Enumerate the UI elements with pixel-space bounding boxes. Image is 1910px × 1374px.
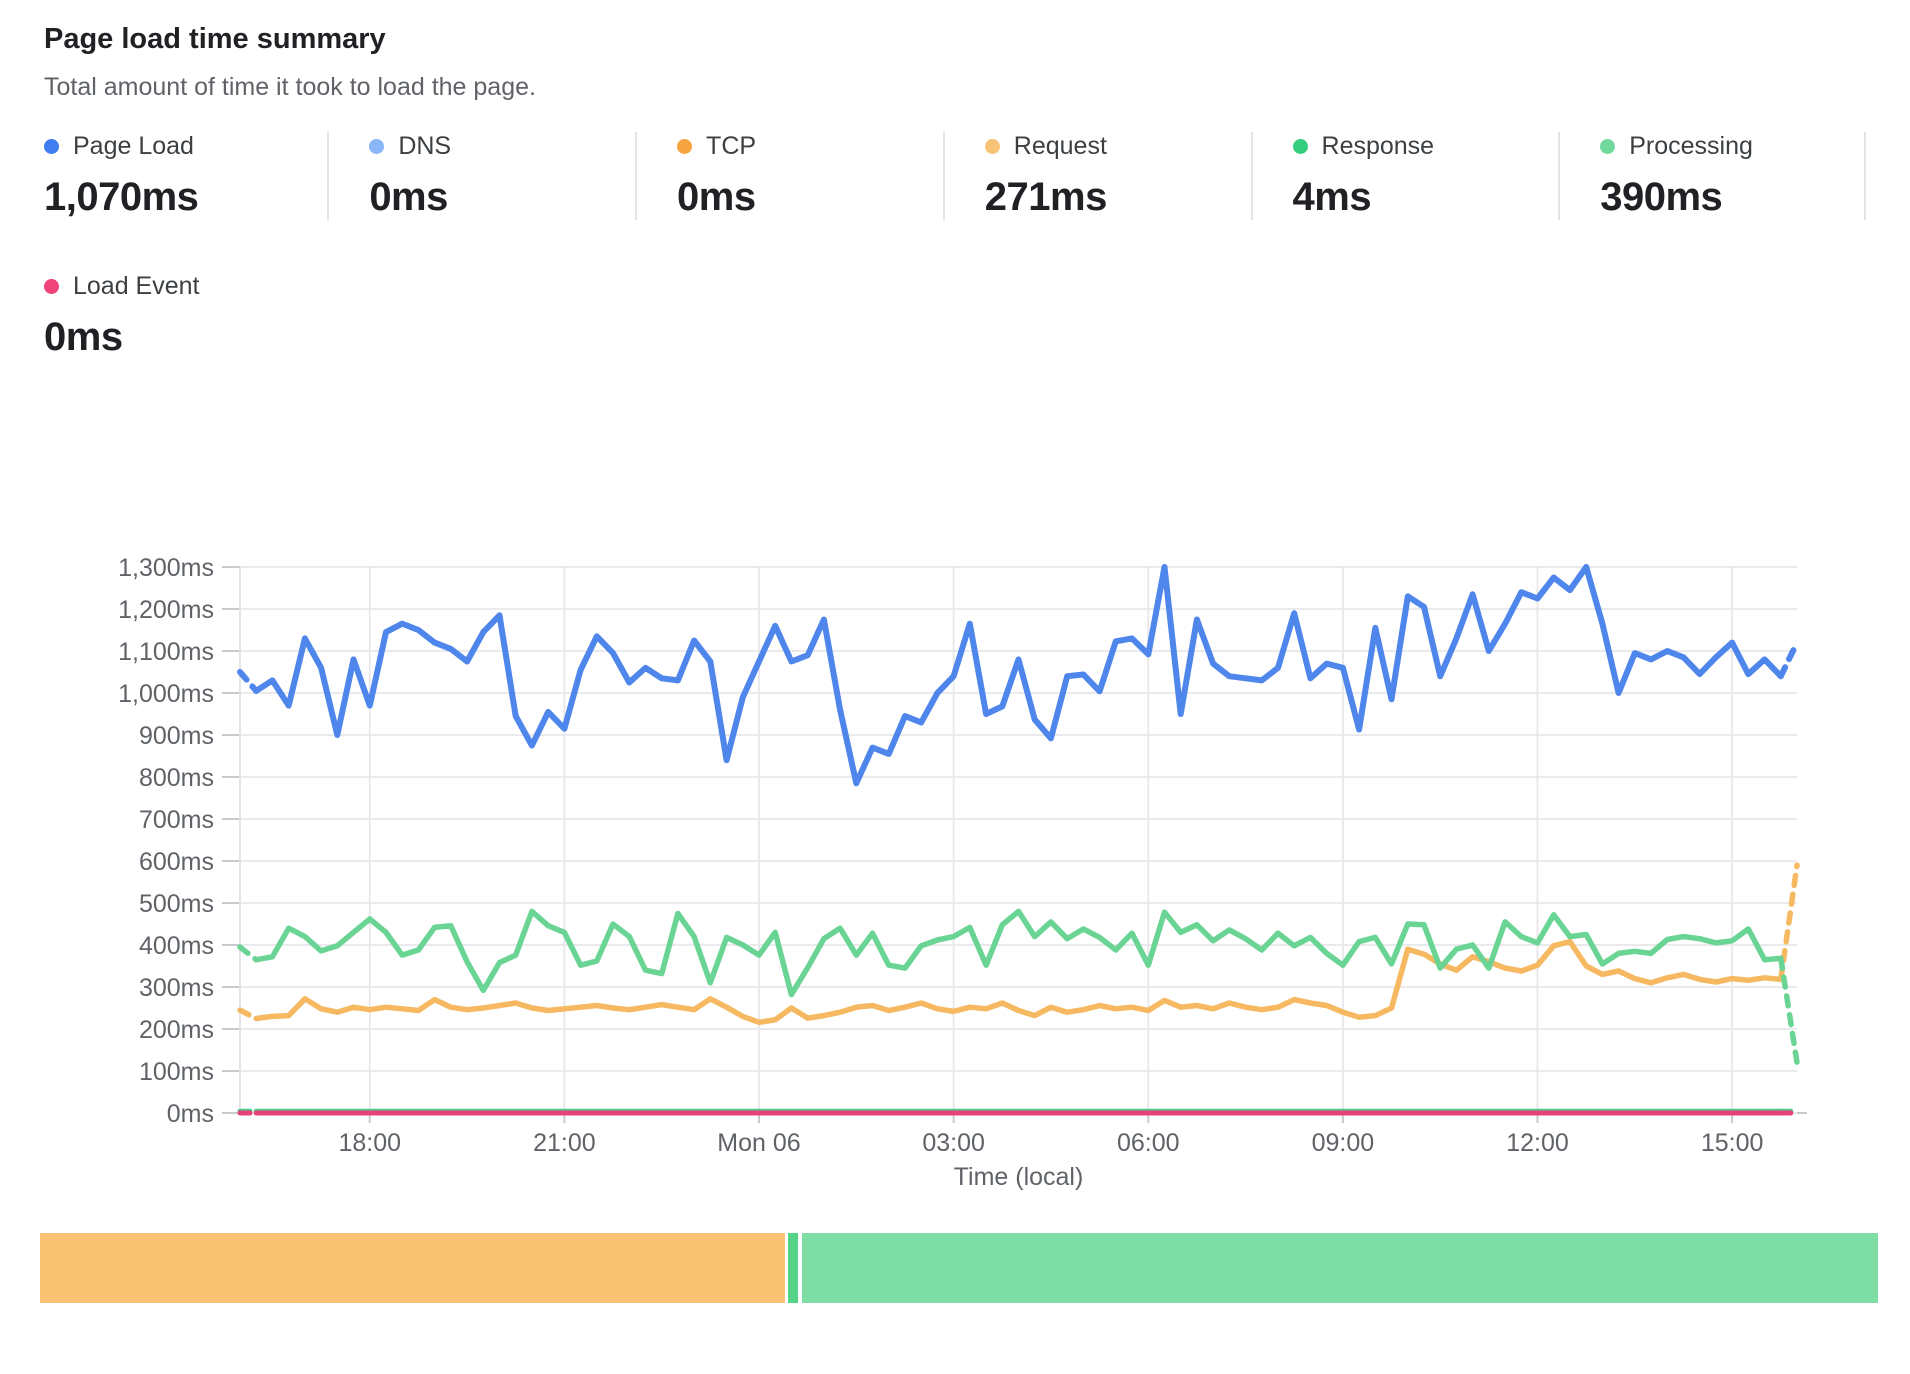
y-tick-label: 1,200ms	[118, 596, 214, 624]
axis-labels: 0ms 100ms 200ms 300ms 400ms 500ms 600ms 700ms 80…	[118, 554, 1763, 1191]
timeseries-chart[interactable]: 0ms 100ms 200ms 300ms 400ms 500ms 600ms 700ms 80…	[0, 431, 1910, 1216]
load-event-dot-icon	[44, 279, 59, 294]
chart-header: Page load time summary Total amount of t…	[44, 22, 1866, 102]
status-bar-segment-divider-sliver	[788, 1233, 798, 1303]
stat-label: Page Load	[73, 132, 194, 161]
y-tick-label: 500ms	[139, 890, 214, 918]
gridlines	[222, 567, 1807, 1123]
status-bar-segment-request-portion	[40, 1233, 785, 1303]
status-bar-segment-processing-portion	[802, 1233, 1878, 1303]
y-tick-label: 800ms	[139, 764, 214, 792]
processing-dot-icon	[1600, 139, 1615, 154]
y-tick-label: 400ms	[139, 932, 214, 960]
stat-tcp[interactable]: TCP 0ms	[635, 132, 943, 220]
page-load-dot-icon	[44, 139, 59, 154]
x-tick-label: 21:00	[533, 1129, 596, 1157]
y-tick-label: 300ms	[139, 974, 214, 1002]
stat-value: 0ms	[369, 175, 635, 220]
stat-value: 390ms	[1600, 175, 1864, 220]
series-page-load-line	[240, 567, 1797, 783]
stat-label: DNS	[398, 132, 451, 161]
x-tick-label: 06:00	[1117, 1129, 1180, 1157]
stat-value: 271ms	[985, 175, 1251, 220]
y-tick-label: 1,300ms	[118, 554, 214, 582]
legend-stats-row-2: Load Event 0ms	[44, 272, 1866, 360]
stat-value: 1,070ms	[44, 175, 327, 220]
stat-response[interactable]: Response 4ms	[1251, 132, 1559, 220]
x-tick-label: 15:00	[1701, 1129, 1764, 1157]
legend-stats-row: Page Load 1,070ms DNS 0ms TCP 0ms Reques…	[44, 132, 1866, 220]
y-tick-label: 100ms	[139, 1058, 214, 1086]
x-tick-label: 09:00	[1312, 1129, 1375, 1157]
series-request-line	[240, 865, 1797, 1022]
stat-page-load[interactable]: Page Load 1,070ms	[44, 132, 327, 220]
dns-dot-icon	[369, 139, 384, 154]
stat-label: TCP	[706, 132, 756, 161]
y-tick-label: 600ms	[139, 848, 214, 876]
y-tick-label: 0ms	[167, 1100, 214, 1128]
x-tick-label: 12:00	[1506, 1129, 1569, 1157]
response-dot-icon	[1293, 139, 1308, 154]
x-tick-label: 03:00	[922, 1129, 985, 1157]
page-title: Page load time summary	[44, 22, 1866, 57]
y-tick-label: 200ms	[139, 1016, 214, 1044]
x-axis-title: Time (local)	[954, 1163, 1084, 1191]
stat-request[interactable]: Request 271ms	[943, 132, 1251, 220]
x-tick-label: 18:00	[338, 1129, 401, 1157]
request-dot-icon	[985, 139, 1000, 154]
y-tick-label: 700ms	[139, 806, 214, 834]
y-tick-label: 1,000ms	[118, 680, 214, 708]
stat-value: 0ms	[44, 315, 334, 360]
stat-load-event[interactable]: Load Event 0ms	[44, 272, 334, 360]
stat-label: Processing	[1629, 132, 1753, 161]
stat-value: 0ms	[677, 175, 943, 220]
page-subtitle: Total amount of time it took to load the…	[44, 73, 1866, 102]
stat-label: Request	[1014, 132, 1107, 161]
stat-label: Load Event	[73, 272, 200, 301]
stat-processing[interactable]: Processing 390ms	[1558, 132, 1866, 220]
stat-dns[interactable]: DNS 0ms	[327, 132, 635, 220]
y-tick-label: 1,100ms	[118, 638, 214, 666]
stat-label: Response	[1322, 132, 1435, 161]
x-tick-label: Mon 06	[717, 1129, 800, 1157]
status-bar	[40, 1233, 1878, 1303]
stat-value: 4ms	[1293, 175, 1559, 220]
tcp-dot-icon	[677, 139, 692, 154]
y-tick-label: 900ms	[139, 722, 214, 750]
